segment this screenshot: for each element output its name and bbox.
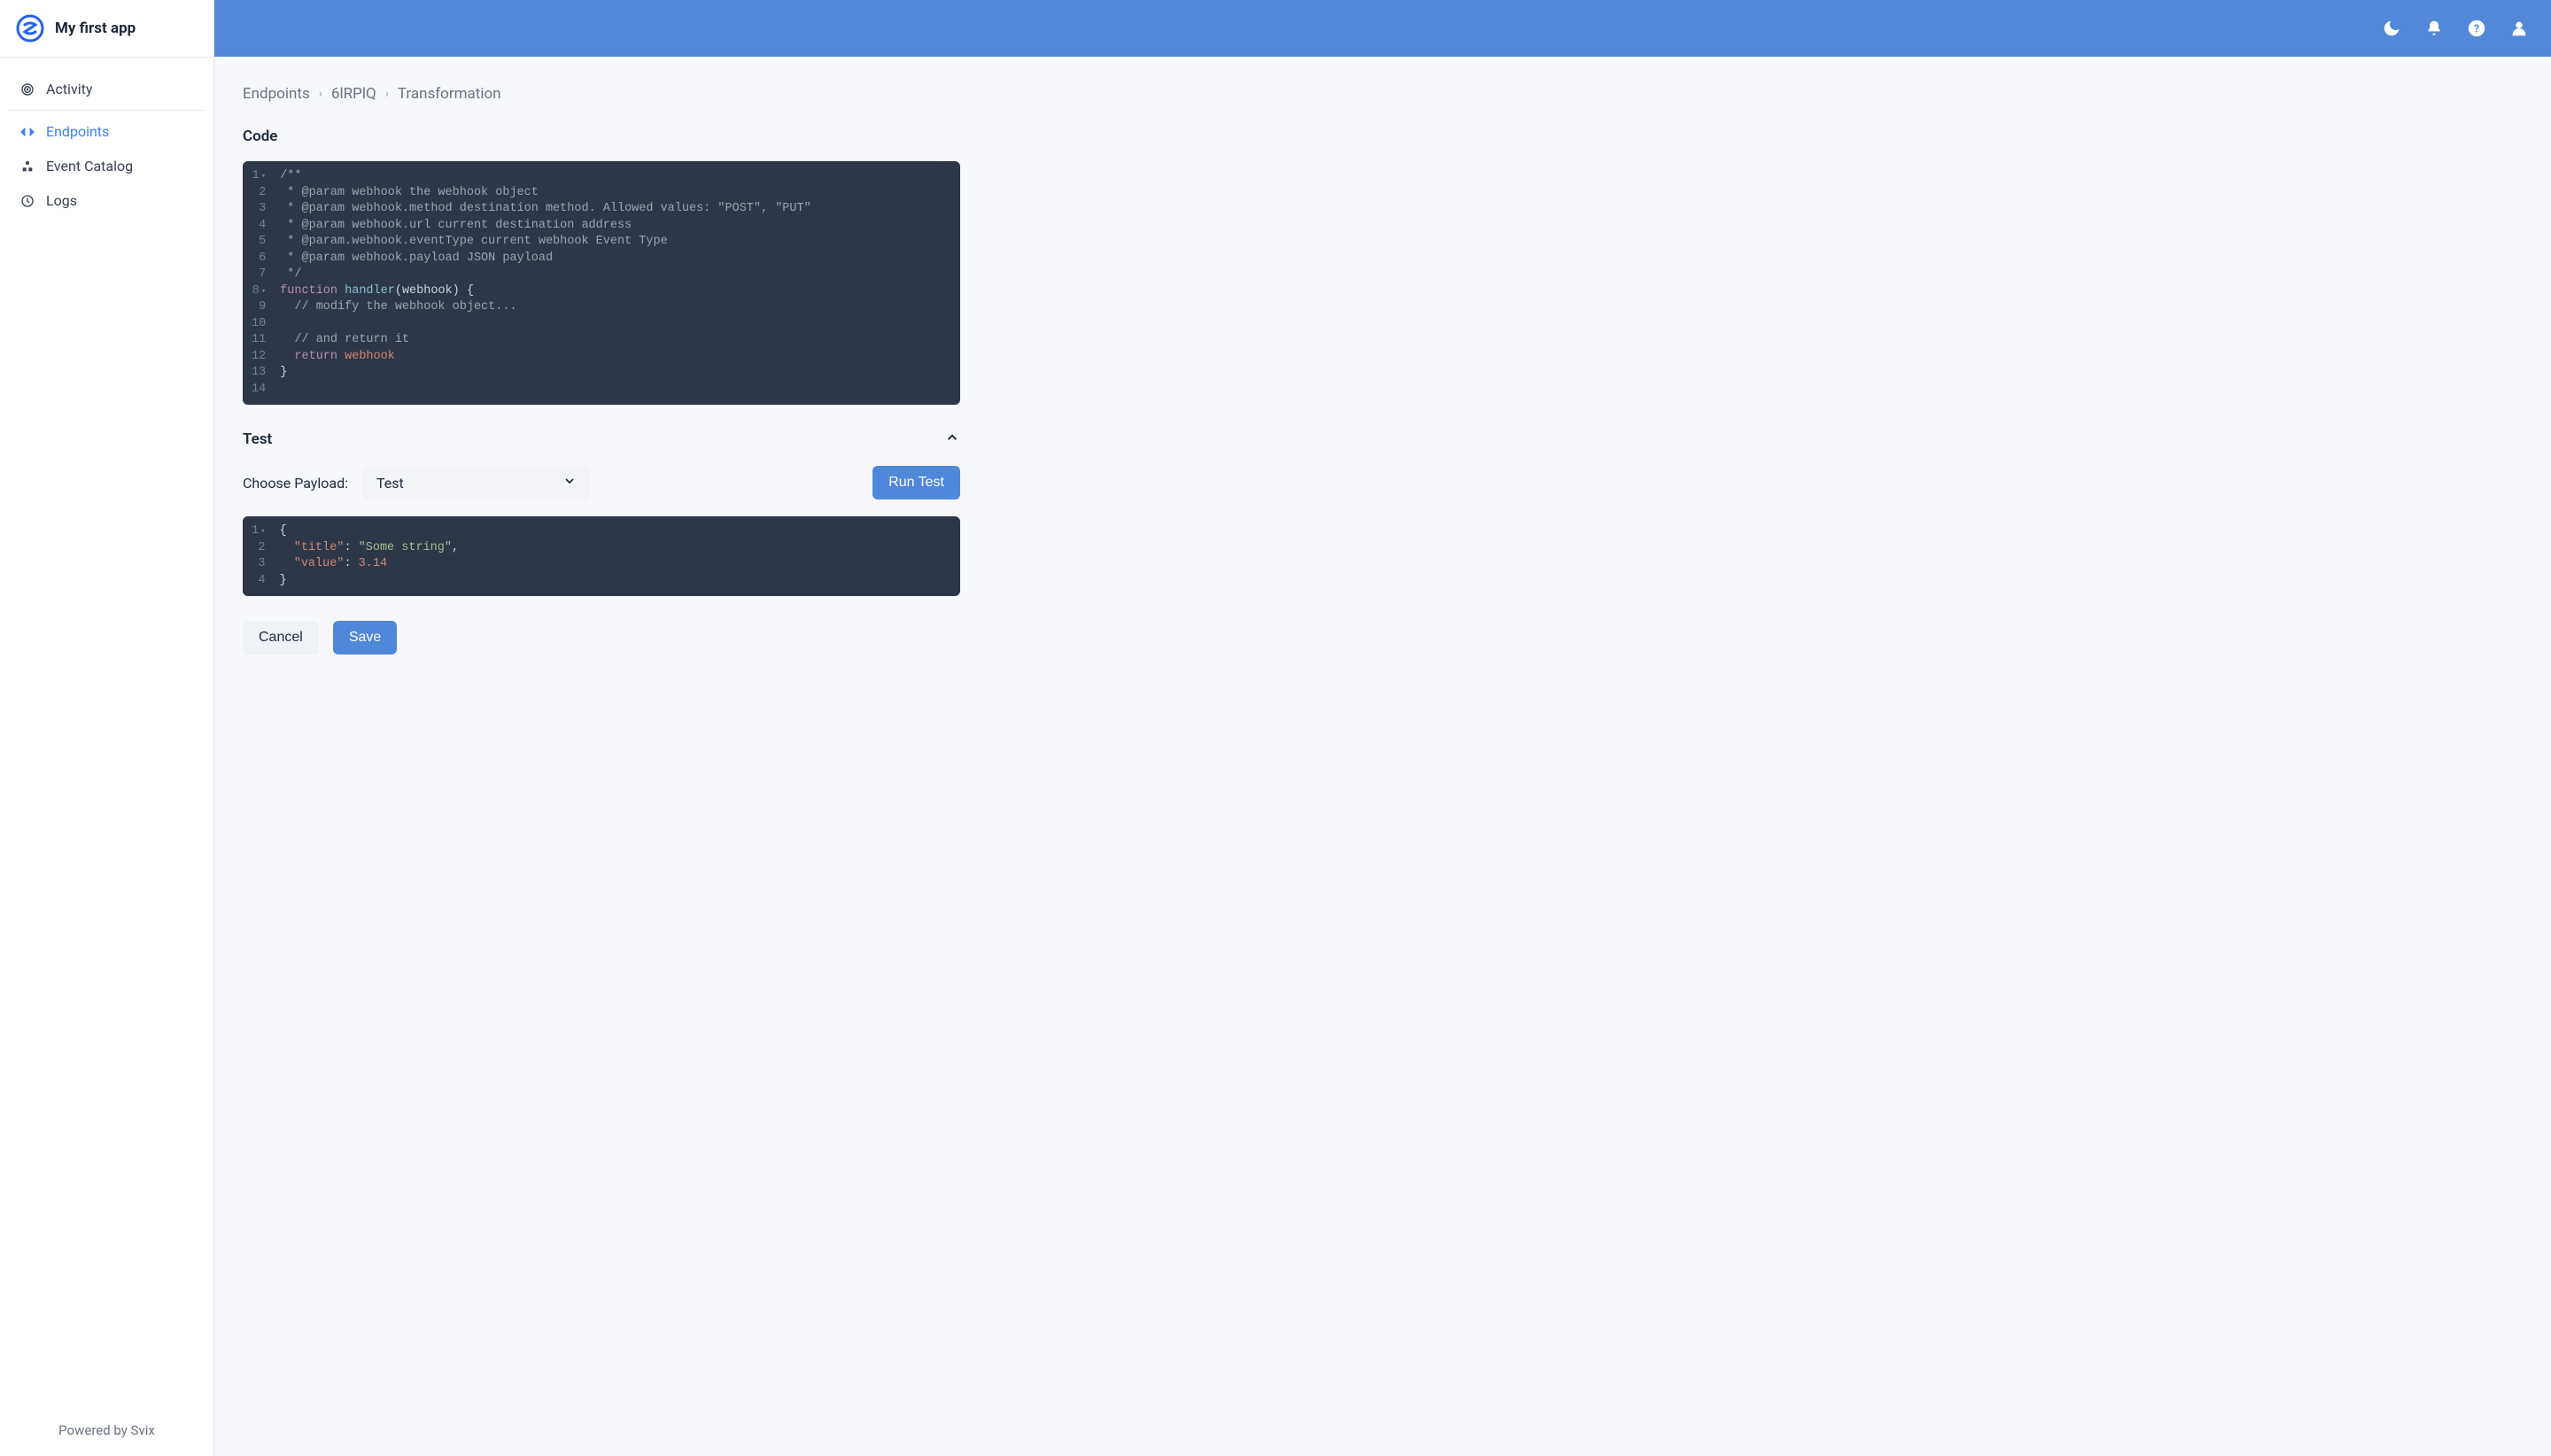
app-name: My first app [55, 19, 136, 37]
theme-toggle-icon[interactable] [2381, 18, 2402, 39]
user-icon[interactable] [2508, 18, 2530, 39]
sidebar-item-label: Event Catalog [46, 158, 133, 174]
sidebar-item-activity[interactable]: Activity [9, 72, 205, 106]
sidebar-item-endpoints[interactable]: Endpoints [9, 114, 205, 149]
dropdown-value: Test [376, 475, 404, 492]
breadcrumb: Endpoints › 6lRPlQ › Transformation [243, 85, 960, 103]
code-editor[interactable]: 1▾ 2 3 4 5 6 7 8▾ 9 10 11 12 13 1 [243, 161, 960, 405]
topbar: ? [214, 0, 2551, 57]
sidebar-nav: Activity Endpoints Event Catalog [0, 58, 213, 1405]
payload-gutter: 1▾ 2 3 4 [243, 516, 271, 596]
payload-editor[interactable]: 1▾ 2 3 4 { "title": "Some string", "valu… [243, 516, 960, 596]
svg-text:?: ? [2474, 23, 2479, 36]
sidebar-item-label: Endpoints [46, 123, 109, 140]
catalog-icon [19, 159, 35, 174]
code-gutter: 1▾ 2 3 4 5 6 7 8▾ 9 10 11 12 13 1 [243, 161, 271, 405]
sidebar-header: My first app [0, 0, 213, 58]
chevron-right-icon: › [319, 87, 322, 101]
target-icon [19, 81, 35, 97]
sidebar: My first app Activity Endpoints [0, 0, 214, 1456]
chevron-right-icon: › [385, 87, 389, 101]
run-test-button[interactable]: Run Test [872, 466, 960, 500]
code-section-title: Code [243, 128, 960, 145]
cancel-button[interactable]: Cancel [243, 621, 319, 654]
breadcrumb-item[interactable]: 6lRPlQ [331, 85, 376, 103]
sidebar-item-label: Logs [46, 192, 77, 209]
test-section-title: Test [243, 430, 272, 448]
notifications-icon[interactable] [2423, 18, 2445, 39]
breadcrumb-item[interactable]: Endpoints [243, 85, 310, 103]
code-body[interactable]: /** * @param webhook the webhook object … [271, 161, 960, 405]
payload-dropdown[interactable]: Test [362, 465, 591, 500]
chevron-up-icon[interactable] [944, 430, 960, 449]
save-button[interactable]: Save [333, 621, 397, 654]
breadcrumb-item: Transformation [398, 85, 501, 103]
code-icon [19, 124, 35, 140]
payload-label: Choose Payload: [243, 475, 348, 492]
app-logo-icon [16, 14, 44, 43]
sidebar-item-logs[interactable]: Logs [9, 183, 205, 218]
sidebar-item-label: Activity [46, 81, 92, 97]
sidebar-item-event-catalog[interactable]: Event Catalog [9, 149, 205, 183]
divider [9, 110, 205, 111]
history-icon [19, 193, 35, 209]
chevron-down-icon [562, 474, 577, 492]
sidebar-footer: Powered by Svix [0, 1405, 213, 1456]
payload-body[interactable]: { "title": "Some string", "value": 3.14 … [271, 516, 960, 596]
help-icon[interactable]: ? [2466, 18, 2487, 39]
